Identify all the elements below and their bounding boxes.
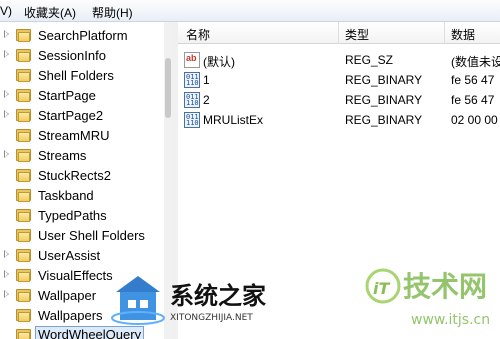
tree-item-label: User Shell Folders: [38, 228, 145, 243]
folder-icon: [16, 328, 31, 339]
tree-item-label: StuckRects2: [38, 168, 111, 183]
tree-item[interactable]: User Shell Folders: [0, 225, 172, 245]
folder-icon: [16, 128, 31, 142]
tree-item[interactable]: Shell Folders: [0, 65, 172, 85]
tree-item-label: Taskband: [38, 188, 94, 203]
svg-text:iT: iT: [373, 279, 390, 298]
value-name: 1: [203, 73, 210, 87]
tree-item-label: Streams: [38, 148, 87, 163]
tree-item-label: Wallpaper: [38, 288, 97, 303]
folder-icon: [16, 188, 31, 202]
xitongzhijia-watermark: 系统之家 XITONGZHIJIA.NET: [111, 276, 266, 325]
watermark-url: www.itjs.cn: [411, 312, 490, 328]
tree-item[interactable]: StartPage: [0, 85, 172, 105]
tree-item[interactable]: UserAssist: [0, 245, 172, 265]
tree-item-label: StartPage: [38, 88, 96, 103]
tree-item[interactable]: Streams: [0, 145, 172, 165]
string-value-icon: ab: [184, 52, 200, 68]
tree-item-label: TypedPaths: [38, 208, 107, 223]
expand-arrow-icon[interactable]: [4, 110, 9, 118]
folder-icon: [16, 288, 31, 302]
list-row[interactable]: 011 110 2 REG_BINARY fe 56 47: [178, 90, 500, 110]
expand-arrow-icon[interactable]: [4, 90, 9, 98]
folder-icon: [16, 308, 31, 322]
tree-item[interactable]: StuckRects2: [0, 165, 172, 185]
folder-icon: [16, 28, 31, 42]
itjs-watermark: iT 技术网 www.itjs.cn: [365, 268, 490, 328]
it-logo-icon: iT: [365, 268, 401, 304]
value-type: REG_SZ: [345, 53, 394, 67]
expand-arrow-icon[interactable]: [4, 50, 9, 58]
tree-item-label: StreamMRU: [38, 128, 110, 143]
expand-arrow-icon[interactable]: [4, 150, 9, 158]
tree-item[interactable]: TypedPaths: [0, 205, 172, 225]
list-row[interactable]: 011 110 1 REG_BINARY fe 56 47: [178, 70, 500, 90]
folder-icon: [16, 228, 31, 242]
value-data: fe 56 47: [451, 73, 495, 87]
folder-icon: [16, 248, 31, 262]
folder-icon: [16, 68, 31, 82]
scrollbar-thumb[interactable]: [165, 58, 171, 118]
binary-value-icon: 011 110: [184, 72, 200, 88]
menu-bar: V) 收藏夹(A) 帮助(H): [0, 0, 500, 22]
value-type: REG_BINARY: [345, 113, 423, 127]
tree-item-label: Wallpapers: [38, 308, 103, 323]
tree-item[interactable]: StreamMRU: [0, 125, 172, 145]
folder-icon: [16, 168, 31, 182]
expand-arrow-icon[interactable]: [4, 250, 9, 258]
expand-arrow-icon[interactable]: [4, 30, 9, 38]
tree-item-label: StartPage2: [38, 108, 104, 123]
tree-item-label: SessionInfo: [38, 48, 106, 63]
house-logo-icon: [111, 276, 165, 325]
value-data: (数值未设: [451, 55, 500, 69]
value-name: 2: [203, 93, 210, 107]
tree-item[interactable]: StartPage2: [0, 105, 172, 125]
value-name: MRUListEx: [203, 113, 264, 127]
tree-item-label: VisualEffects: [38, 268, 113, 283]
value-type: REG_BINARY: [345, 73, 423, 87]
tree-item[interactable]: SearchPlatform: [0, 25, 172, 45]
tree-item-label: SearchPlatform: [38, 28, 128, 43]
tree-item-label: UserAssist: [38, 248, 101, 263]
folder-icon: [16, 48, 31, 62]
folder-icon: [16, 148, 31, 162]
binary-value-icon: 011 110: [184, 92, 200, 108]
menu-view[interactable]: V): [0, 4, 12, 18]
column-header-name[interactable]: 名称: [186, 26, 210, 43]
expand-arrow-icon[interactable]: [4, 270, 9, 278]
column-header-data[interactable]: 数据: [451, 26, 475, 43]
column-divider[interactable]: [338, 22, 339, 44]
list-row[interactable]: 011 110 MRUListEx REG_BINARY 02 00 00: [178, 110, 500, 130]
list-header: 名称 类型 数据: [178, 22, 500, 44]
value-data: fe 56 47: [451, 93, 495, 107]
value-type: REG_BINARY: [345, 93, 423, 107]
tree-item[interactable]: SessionInfo: [0, 45, 172, 65]
folder-icon: [16, 108, 31, 122]
value-name: (默认): [203, 55, 235, 69]
binary-value-icon: 011 110: [184, 112, 200, 128]
expand-arrow-icon[interactable]: [4, 290, 9, 298]
tree-item-label: Shell Folders: [38, 68, 114, 83]
watermark-title: 技术网: [403, 270, 487, 303]
menu-favorites[interactable]: 收藏夹(A): [24, 4, 76, 21]
folder-icon: [16, 268, 31, 282]
tree-item[interactable]: Taskband: [0, 185, 172, 205]
column-header-type[interactable]: 类型: [345, 26, 369, 43]
folder-icon: [16, 208, 31, 222]
menu-help[interactable]: 帮助(H): [92, 4, 133, 21]
column-divider[interactable]: [444, 22, 445, 44]
list-row[interactable]: ab (默认) REG_SZ (数值未设: [178, 50, 500, 70]
watermark-title: 系统之家: [170, 282, 266, 310]
watermark-subtitle: XITONGZHIJIA.NET: [170, 313, 253, 323]
folder-icon: [16, 88, 31, 102]
value-data: 02 00 00: [451, 113, 498, 127]
